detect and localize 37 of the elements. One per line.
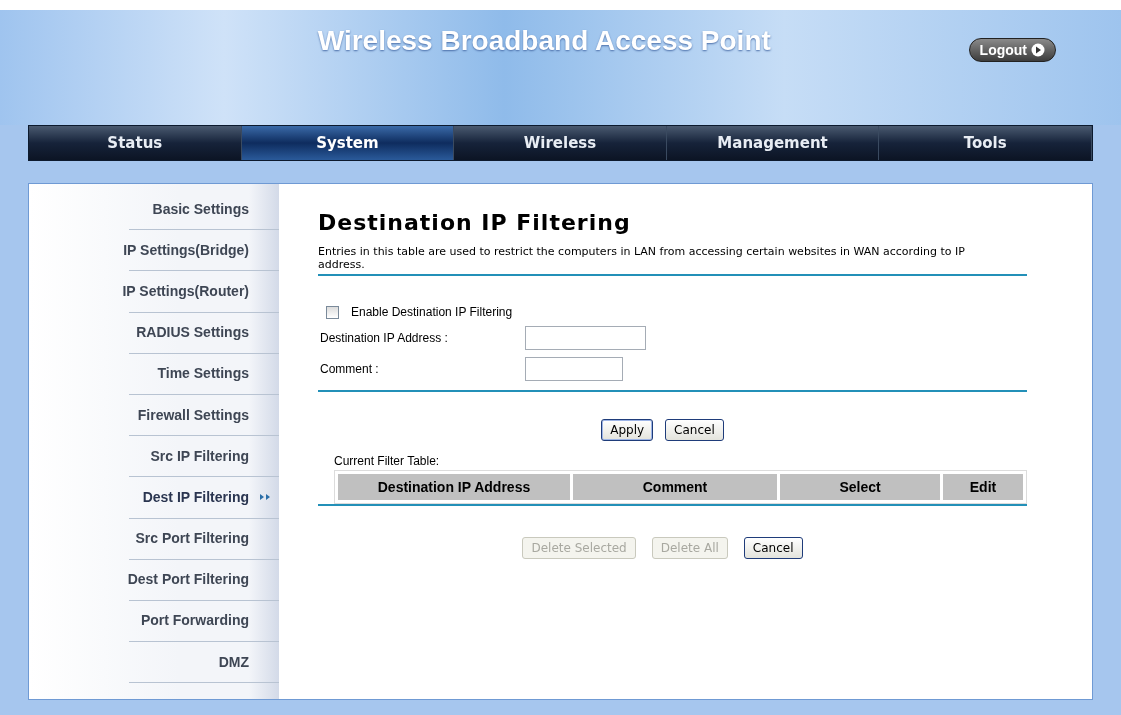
nav-tab[interactable]: Status	[29, 126, 242, 160]
text-field[interactable]	[525, 356, 623, 381]
sidebar-item[interactable]: Firewall Settings	[137, 404, 249, 426]
sidebar-item[interactable]: IP Settings(Bridge)	[123, 239, 249, 261]
table-header-cell: Edit	[943, 474, 1023, 500]
page-description: Entries in this table are used to restrict the computers in LAN from accessing certain websites in WAN according to IP address.	[318, 245, 966, 271]
sidebar-item[interactable]: Port Forwarding	[140, 610, 249, 632]
table-header-cell: Select	[780, 474, 940, 500]
logout-button[interactable]: Logout	[968, 38, 1056, 62]
sidebar-item[interactable]: Src Port Filtering	[135, 528, 249, 550]
sidebar-item[interactable]: Basic Settings	[152, 198, 249, 220]
sidebar-item[interactable]: Dest IP Filtering	[142, 486, 249, 508]
field-label: Comment :	[319, 360, 380, 378]
nav-tab[interactable]: Management	[666, 126, 880, 160]
form-button[interactable]: Cancel	[743, 537, 803, 559]
play-circle-icon	[1031, 43, 1045, 57]
checkbox-label: Enable Destination IP Filtering	[351, 304, 513, 321]
checkbox[interactable]	[326, 305, 339, 319]
table-caption: Current Filter Table:	[334, 454, 441, 468]
page-title: Destination IP Filtering	[318, 209, 632, 237]
table-header-cell: Comment	[573, 474, 777, 500]
nav-tab[interactable]: Wireless	[454, 126, 667, 160]
nav-tab[interactable]: System	[241, 126, 455, 160]
nav-tab[interactable]: Tools	[879, 126, 1092, 160]
form-button[interactable]: Cancel	[665, 419, 724, 441]
sidebar-item[interactable]: Dest Port Filtering	[127, 569, 249, 591]
text-field[interactable]	[525, 325, 646, 350]
sidebar-item[interactable]: Time Settings	[157, 363, 249, 385]
table-header-cell: Destination IP Address	[338, 474, 570, 500]
sidebar-item[interactable]: RADIUS Settings	[136, 322, 249, 344]
sidebar-item[interactable]: Src IP Filtering	[150, 445, 249, 467]
double-chevron-icon	[260, 493, 271, 502]
sidebar-item[interactable]: DMZ	[218, 651, 249, 673]
sidebar-item[interactable]: IP Settings(Router)	[122, 280, 249, 302]
field-label: Destination IP Address :	[319, 329, 449, 347]
form-button[interactable]: Apply	[601, 419, 654, 441]
site-title: Wireless Broadband Access Point	[317, 24, 771, 58]
